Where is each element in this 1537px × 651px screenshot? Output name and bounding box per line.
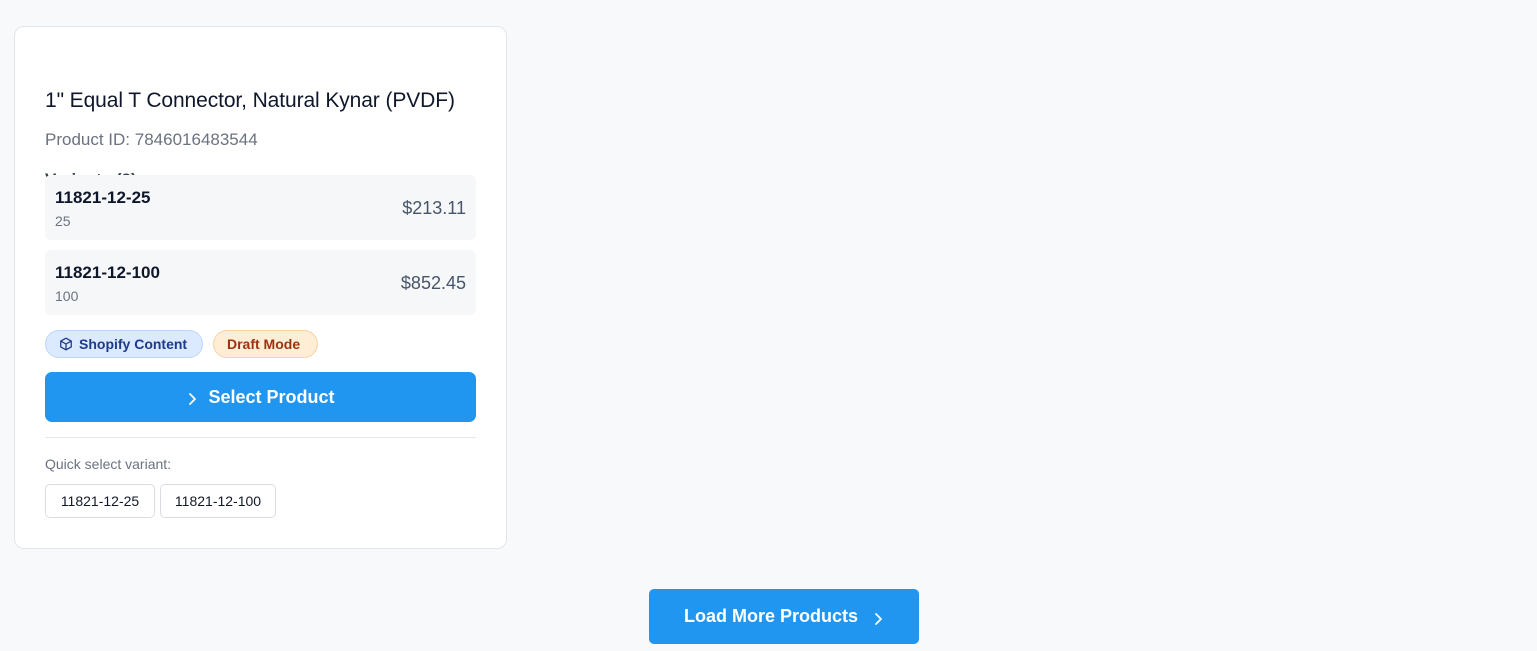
variant-sku: 11821-12-100 [55, 263, 160, 282]
variant-price: $213.11 [402, 198, 466, 218]
product-id: Product ID: 7846016483544 [45, 130, 258, 149]
select-product-label: Select Product [208, 386, 335, 407]
product-card: 1" Equal T Connector, Natural Kynar (PVD… [14, 26, 507, 549]
draft-mode-badge: Draft Mode [213, 330, 318, 358]
variant-row: 11821-12-100 100 $852.45 [45, 250, 476, 315]
quick-select-variant-button[interactable]: 11821-12-100 [160, 484, 276, 518]
badge-label: Shopify Content [79, 336, 188, 352]
product-title: 1" Equal T Connector, Natural Kynar (PVD… [45, 89, 455, 112]
quick-select-label: Quick select variant: [45, 456, 172, 472]
select-product-button[interactable]: Select Product [45, 372, 476, 422]
variant-row: 11821-12-25 25 $213.11 [45, 175, 476, 240]
variant-quantity: 100 [55, 288, 79, 304]
load-more-label: Load More Products [683, 606, 858, 626]
chevron-right-icon [872, 610, 884, 625]
box-icon [59, 337, 73, 351]
chevron-right-icon [186, 390, 198, 405]
variant-price: $852.45 [400, 273, 466, 293]
shopify-content-badge: Shopify Content [45, 330, 203, 358]
divider [45, 437, 476, 438]
load-more-products-button[interactable]: Load More Products [649, 589, 919, 644]
variant-sku: 11821-12-25 [55, 188, 151, 207]
variant-quantity: 25 [55, 213, 71, 229]
quick-select-variant-button[interactable]: 11821-12-25 [45, 484, 155, 518]
badge-label: Draft Mode [227, 336, 301, 352]
